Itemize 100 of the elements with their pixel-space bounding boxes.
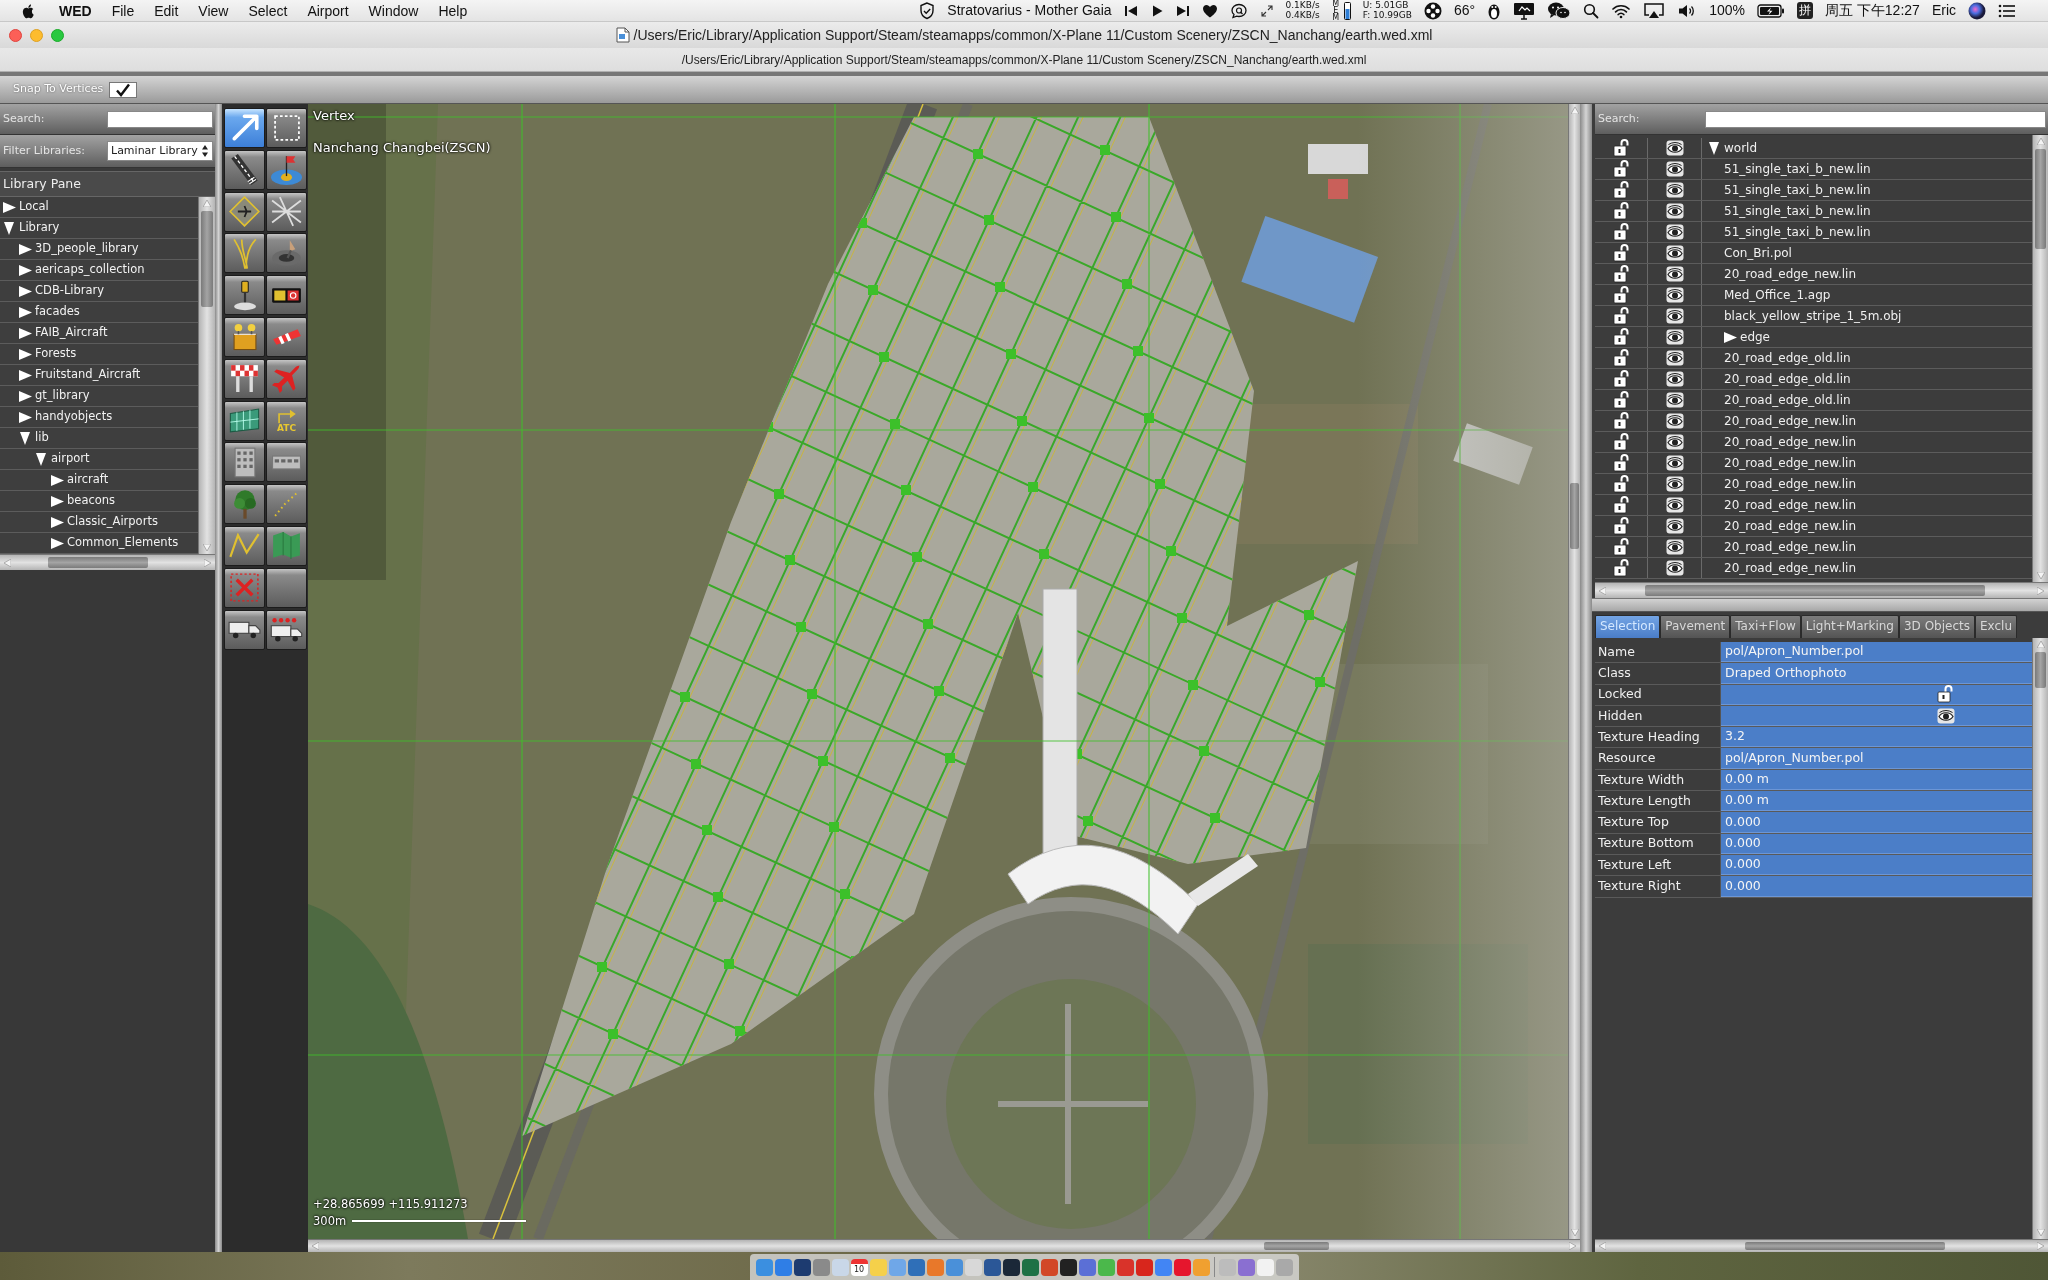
padlock-icon[interactable] xyxy=(1613,517,1629,535)
now-playing-text[interactable]: Stratovarius - Mother Gaia xyxy=(947,0,1112,21)
tree-item[interactable]: aericaps_collection xyxy=(0,260,198,281)
property-field[interactable]: 0.000 xyxy=(1721,876,2032,897)
close-button[interactable] xyxy=(9,28,22,42)
padlock-icon[interactable] xyxy=(1613,223,1629,241)
tab[interactable]: 3D Objects xyxy=(1899,615,1975,638)
property-field[interactable] xyxy=(1721,705,2032,727)
tool-button[interactable] xyxy=(266,149,307,190)
hierarchy-item[interactable]: world xyxy=(1702,138,2032,158)
eye-icon[interactable] xyxy=(1665,371,1684,387)
heart-icon[interactable] xyxy=(1201,3,1218,18)
eye-icon[interactable] xyxy=(1665,455,1684,471)
scrollbar-thumb[interactable] xyxy=(1745,1242,1945,1250)
padlock-icon[interactable] xyxy=(1613,433,1629,451)
tool-button[interactable] xyxy=(266,317,307,357)
padlock-icon[interactable] xyxy=(1613,496,1629,514)
tool-button[interactable] xyxy=(224,191,265,232)
app-icon[interactable] xyxy=(983,1258,1001,1276)
vertical-scrollbar[interactable] xyxy=(2032,135,2048,582)
next-track-icon[interactable] xyxy=(1175,3,1190,18)
padlock-icon[interactable] xyxy=(1613,412,1629,430)
scrollbar-thumb[interactable] xyxy=(1264,1242,1329,1250)
eye-icon[interactable] xyxy=(1665,182,1684,198)
menu-item[interactable]: Help xyxy=(428,0,478,21)
splitter-bar[interactable] xyxy=(1592,598,2048,612)
hierarchy-item[interactable]: 51_single_taxi_b_new.lin xyxy=(1702,201,2032,221)
chat-bubbles-icon[interactable] xyxy=(1547,0,1572,21)
speech-bubble-icon[interactable] xyxy=(1229,2,1248,19)
triangle-icon[interactable] xyxy=(19,431,32,445)
vertical-scrollbar[interactable] xyxy=(198,197,215,554)
triangle-icon[interactable] xyxy=(19,263,32,277)
previous-track-icon[interactable] xyxy=(1123,3,1138,18)
tree-item[interactable]: Forests xyxy=(0,344,198,365)
property-field[interactable] xyxy=(1721,684,2032,705)
app-icon[interactable] xyxy=(1059,1258,1077,1276)
tool-button[interactable] xyxy=(266,275,307,316)
calendar-dock-item[interactable]: 10 xyxy=(850,1258,868,1276)
tool-button[interactable] xyxy=(224,317,265,357)
vertical-scrollbar[interactable] xyxy=(2032,638,2048,1239)
tree-item[interactable]: Common_Elements xyxy=(0,533,198,554)
property-field[interactable]: pol/Apron_Number.pol xyxy=(1721,642,2032,663)
eye-icon[interactable] xyxy=(1665,350,1684,366)
tree-item[interactable]: handyobjects xyxy=(0,407,198,428)
triangle-icon[interactable] xyxy=(19,305,32,319)
tool-button[interactable] xyxy=(266,609,307,650)
padlock-icon[interactable] xyxy=(1613,370,1629,388)
shield-icon[interactable] xyxy=(919,1,936,20)
padlock-icon[interactable] xyxy=(1613,202,1629,220)
orb-icon[interactable] xyxy=(1968,1,1986,20)
search-icon[interactable] xyxy=(1583,2,1600,19)
tool-button[interactable] xyxy=(266,233,307,274)
tree-item[interactable]: facades xyxy=(0,302,198,323)
tool-button[interactable] xyxy=(224,525,265,566)
tool-button[interactable] xyxy=(224,149,265,190)
padlock-icon[interactable] xyxy=(1613,391,1629,409)
battery-percent[interactable]: 100% xyxy=(1709,0,1745,21)
tree-item[interactable]: Library xyxy=(0,218,198,239)
padlock-icon[interactable] xyxy=(1613,244,1629,262)
triangle-icon[interactable] xyxy=(51,473,64,487)
tree-item[interactable]: Classic_Airports xyxy=(0,512,198,533)
hierarchy-item[interactable]: Med_Office_1.agp xyxy=(1702,285,2032,305)
scrollbar-thumb[interactable] xyxy=(48,557,148,568)
hierarchy-item[interactable]: 51_single_taxi_b_new.lin xyxy=(1702,159,2032,179)
input-method-indicator[interactable]: 拼 xyxy=(1796,2,1813,19)
hierarchy-item[interactable]: 20_road_edge_new.lin xyxy=(1702,264,2032,284)
app-menu[interactable]: WED xyxy=(49,0,102,21)
eye-icon[interactable] xyxy=(1665,266,1684,282)
eye-icon[interactable] xyxy=(1665,245,1684,261)
eye-icon[interactable] xyxy=(1665,539,1684,555)
eye-icon[interactable] xyxy=(1665,476,1684,492)
triangle-icon[interactable] xyxy=(51,494,64,508)
tree-item[interactable]: Local xyxy=(0,197,198,218)
eye-icon[interactable] xyxy=(1665,308,1684,324)
triangle-icon[interactable] xyxy=(19,326,32,340)
padlock-icon[interactable] xyxy=(1613,307,1629,325)
property-field[interactable]: pol/Apron_Number.pol xyxy=(1721,748,2032,769)
tool-button[interactable] xyxy=(266,191,307,232)
menu-item[interactable]: File xyxy=(101,0,145,21)
tool-button[interactable] xyxy=(224,484,265,525)
scrollbar-thumb[interactable] xyxy=(201,211,213,307)
triangle-icon[interactable] xyxy=(1724,330,1737,344)
tool-button[interactable] xyxy=(224,233,265,274)
display-icon[interactable] xyxy=(1513,1,1536,20)
vertical-scrollbar[interactable] xyxy=(1568,104,1580,1239)
tool-button[interactable] xyxy=(224,275,265,316)
tree-item[interactable]: airport xyxy=(0,449,198,470)
battery-icon[interactable] xyxy=(1756,3,1785,18)
triangle-icon[interactable] xyxy=(19,368,32,382)
tool-button[interactable] xyxy=(224,609,265,650)
library-filter-dropdown[interactable]: Laminar Library xyxy=(107,141,213,161)
padlock-icon[interactable] xyxy=(1613,538,1629,556)
wifi-icon[interactable] xyxy=(1611,2,1632,19)
app-icon[interactable] xyxy=(1002,1258,1020,1276)
hierarchy-item[interactable]: 20_road_edge_new.lin xyxy=(1702,432,2032,452)
tab[interactable]: Pavement xyxy=(1660,615,1731,638)
tree-item[interactable]: aircraft xyxy=(0,470,198,491)
scrollbar-thumb[interactable] xyxy=(1645,585,1985,596)
scrollbar-thumb[interactable] xyxy=(2035,149,2046,249)
hierarchy-item[interactable]: 20_road_edge_new.lin xyxy=(1702,558,2032,578)
